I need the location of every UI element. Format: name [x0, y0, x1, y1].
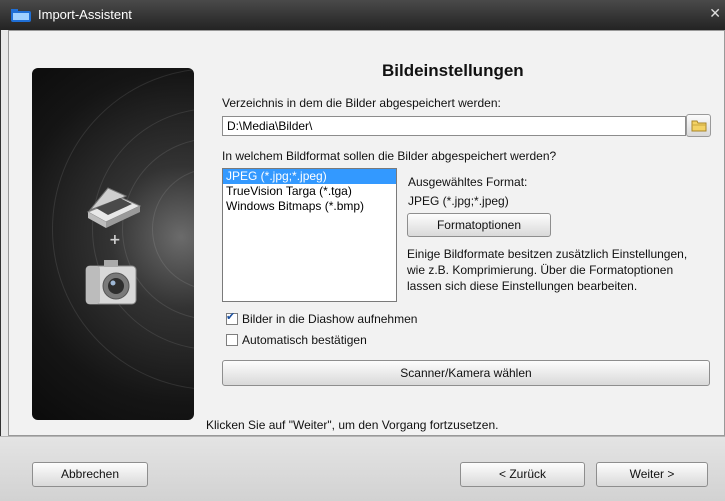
format-option[interactable]: TrueVision Targa (*.tga) [223, 184, 396, 199]
cancel-button[interactable]: Abbrechen [32, 462, 148, 487]
diashow-checkbox-label[interactable]: Bilder in die Diashow aufnehmen [242, 312, 417, 326]
selected-format-value: JPEG (*.jpg;*.jpeg) [408, 194, 509, 208]
plus-icon: + [109, 232, 121, 248]
back-button[interactable]: < Zurück [460, 462, 585, 487]
browse-folder-button[interactable] [686, 114, 711, 137]
button-bar: Abbrechen < Zurück Weiter > [0, 436, 725, 501]
format-options-button[interactable]: Formatoptionen [407, 213, 551, 237]
camera-icon [84, 258, 138, 311]
directory-path-input[interactable] [222, 116, 686, 136]
format-option[interactable]: JPEG (*.jpg;*.jpeg) [223, 169, 396, 184]
format-label: In welchem Bildformat sollen die Bilder … [222, 149, 557, 163]
directory-label: Verzeichnis in dem die Bilder abgespeich… [222, 96, 501, 110]
check-mark-icon: ✔ [226, 310, 236, 323]
scanner-icon [82, 180, 144, 233]
import-icon [10, 9, 32, 23]
folder-icon [691, 119, 707, 135]
format-option[interactable]: Windows Bitmaps (*.bmp) [223, 199, 396, 214]
scanner-camera-button[interactable]: Scanner/Kamera wählen [222, 360, 710, 386]
diashow-checkbox[interactable]: ✔ [226, 310, 238, 325]
continue-hint: Klicken Sie auf "Weiter", um den Vorgang… [206, 418, 499, 432]
auto-confirm-checkbox[interactable] [226, 334, 238, 346]
title-bar[interactable]: Import-Assistent ✕ [0, 0, 725, 30]
next-button[interactable]: Weiter > [596, 462, 708, 487]
auto-confirm-checkbox-label[interactable]: Automatisch bestätigen [242, 333, 367, 347]
selected-format-label: Ausgewähltes Format: [408, 175, 528, 189]
side-illustration-panel: + [32, 68, 194, 420]
format-listbox[interactable]: JPEG (*.jpg;*.jpeg) TrueVision Targa (*.… [222, 168, 397, 302]
import-wizard-window: Import-Assistent ✕ + Bildeinstellungen V… [0, 0, 725, 501]
page-title: Bildeinstellungen [382, 61, 524, 80]
format-description: Einige Bildformate besitzen zusätzlich E… [407, 247, 688, 293]
window-title: Import-Assistent [38, 7, 132, 22]
close-icon[interactable]: ✕ [709, 6, 721, 22]
